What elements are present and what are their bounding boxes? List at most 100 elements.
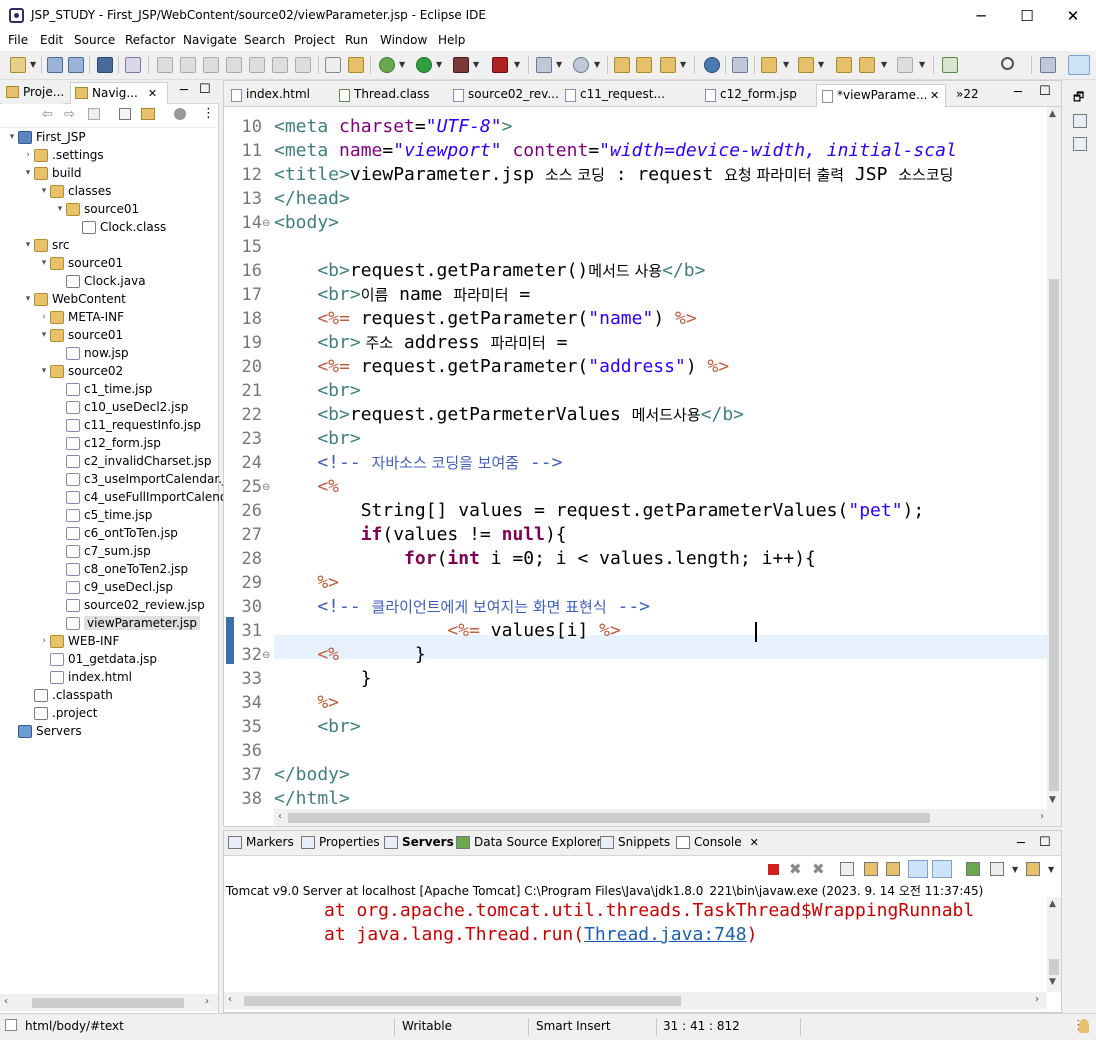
close-icon[interactable]: ✕ (750, 836, 759, 849)
scroll-left-icon[interactable]: ‹ (4, 996, 8, 1007)
clear-console-icon[interactable] (840, 862, 854, 876)
java-ee-perspective-icon[interactable] (1068, 55, 1090, 75)
editor-hscroll-thumb[interactable] (288, 813, 930, 823)
tab-c11-request[interactable]: c11_request... (560, 84, 680, 107)
tree-item[interactable]: › .settings (0, 146, 103, 164)
remove-all-launches-icon[interactable]: ✖ (812, 860, 825, 878)
web-browser-icon[interactable] (704, 57, 720, 73)
debug-icon[interactable] (379, 57, 395, 73)
remove-launch-icon[interactable]: ✖ (789, 860, 802, 878)
expanded-chevron-icon[interactable]: ▾ (22, 240, 34, 250)
expanded-chevron-icon[interactable]: ▾ (6, 132, 18, 142)
notification-bell-icon[interactable] (1079, 1019, 1089, 1033)
editor-scroll-thumb[interactable] (1049, 279, 1059, 791)
last-edit-location-icon[interactable] (836, 57, 852, 73)
tree-item[interactable]: c12_form.jsp (0, 434, 161, 452)
tree-horizontal-scrollbar[interactable]: ‹ › (0, 994, 218, 1011)
tree-item[interactable]: c11_requestInfo.jsp (0, 416, 201, 434)
run-icon[interactable] (416, 57, 432, 73)
tree-item[interactable]: ▾ First_JSP (0, 128, 86, 146)
tab-snippets[interactable]: Snippets (600, 835, 670, 849)
editor-maximize-icon[interactable]: ☐ (1039, 84, 1051, 99)
forward-icon[interactable] (897, 57, 913, 73)
tree-item[interactable]: c4_useFullImportCalendar (0, 488, 240, 506)
menu-run[interactable]: Run (345, 33, 368, 47)
tab-navigator[interactable]: Navig... ✕ (70, 82, 168, 104)
console-vertical-scrollbar[interactable]: ▲ ▼ (1047, 897, 1061, 992)
maximize-view-icon[interactable]: ☐ (199, 82, 211, 97)
open-console-icon[interactable] (1026, 862, 1040, 876)
up-icon[interactable] (88, 108, 100, 120)
open-task-icon[interactable] (636, 57, 652, 73)
expanded-chevron-icon[interactable]: ▾ (38, 258, 50, 268)
tree-item[interactable]: › META-INF (0, 308, 124, 326)
scroll-right-icon[interactable]: › (205, 996, 209, 1007)
run-coverage-icon[interactable] (453, 57, 469, 73)
show-console-on-stdout-icon[interactable] (908, 860, 928, 878)
tab-c12-form[interactable]: c12_form.jsp (700, 84, 810, 107)
menu-help[interactable]: Help (438, 33, 465, 47)
tab-markers[interactable]: Markers (228, 835, 294, 849)
collapsed-chevron-icon[interactable]: › (38, 636, 50, 646)
show-console-on-stderr-icon[interactable] (932, 860, 952, 878)
minimize-button[interactable]: ─ (958, 0, 1004, 31)
tree-item[interactable]: c3_useImportCalendar.jsp (0, 470, 239, 488)
maximize-button[interactable]: ☐ (1004, 0, 1050, 31)
use-step-filters-icon[interactable] (325, 57, 341, 73)
new-icon[interactable] (10, 57, 26, 73)
tree-item[interactable]: › WEB-INF (0, 632, 119, 650)
forward-nav-icon[interactable]: ⇨ (64, 107, 75, 122)
tree-item[interactable]: ▾ classes (0, 182, 112, 200)
collapse-all-icon[interactable] (119, 108, 131, 120)
word-wrap-icon[interactable] (886, 862, 900, 876)
tree-item[interactable]: c10_useDecl2.jsp (0, 398, 188, 416)
view-menu-icon[interactable] (174, 108, 186, 120)
editor-minimize-icon[interactable]: ─ (1014, 85, 1022, 100)
toggle-mark-occurrences-icon[interactable] (732, 57, 748, 73)
collapsed-chevron-icon[interactable]: › (38, 312, 50, 322)
tab-source02-review[interactable]: source02_rev... (448, 84, 563, 107)
tab-index-html[interactable]: index.html (226, 84, 341, 107)
tree-item[interactable]: Servers (0, 722, 82, 740)
previous-annotation-icon[interactable] (798, 57, 814, 73)
editor-vertical-scrollbar[interactable]: ▲ ▼ (1047, 107, 1061, 809)
step-into-icon[interactable] (249, 57, 265, 73)
console-scroll-thumb[interactable] (1049, 959, 1059, 975)
tree-item[interactable]: Clock.java (0, 272, 146, 290)
outline-view-icon[interactable] (1073, 114, 1087, 128)
scroll-up-icon[interactable]: ▲ (1049, 899, 1056, 909)
tree-item[interactable]: ▾ source01 (0, 326, 123, 344)
tree-scroll-thumb[interactable] (32, 998, 184, 1008)
tree-item[interactable]: ▾ WebContent (0, 290, 126, 308)
search-icon[interactable] (1001, 57, 1014, 70)
next-annotation-icon[interactable] (761, 57, 777, 73)
restore-icon[interactable]: 🗗 (1073, 88, 1084, 109)
scroll-down-icon[interactable]: ▼ (1049, 795, 1056, 805)
menu-search[interactable]: Search (244, 33, 285, 47)
skip-breakpoints-icon[interactable] (125, 57, 141, 73)
save-icon[interactable] (47, 57, 63, 73)
scroll-up-icon[interactable]: ▲ (1049, 109, 1056, 119)
expanded-chevron-icon[interactable]: ▾ (38, 330, 50, 340)
close-tab-icon[interactable]: ✕ (930, 89, 939, 102)
save-all-icon[interactable] (68, 57, 84, 73)
minimize-view-icon[interactable]: ─ (180, 83, 188, 98)
expanded-chevron-icon[interactable]: ▾ (54, 204, 66, 214)
pin-editor-icon[interactable] (942, 57, 958, 73)
open-perspective-icon[interactable] (1040, 57, 1056, 73)
tab-console[interactable]: Console ✕ (676, 835, 759, 849)
tree-item[interactable]: viewParameter.jsp (0, 614, 200, 632)
expanded-chevron-icon[interactable]: ▾ (38, 186, 50, 196)
disconnect-icon[interactable] (226, 57, 242, 73)
terminal-icon[interactable] (97, 57, 113, 73)
resume-icon[interactable] (157, 57, 173, 73)
terminate-icon[interactable] (203, 57, 219, 73)
back-nav-icon[interactable]: ⇦ (42, 107, 53, 122)
terminate-icon[interactable] (768, 864, 779, 875)
menu-source[interactable]: Source (74, 33, 115, 47)
scroll-left-icon[interactable]: ‹ (278, 811, 282, 822)
tree-item[interactable]: c6_ontToTen.jsp (0, 524, 178, 542)
tree-item[interactable]: ▾ build (0, 164, 82, 182)
drop-to-frame-icon[interactable] (348, 57, 364, 73)
tree-item[interactable]: index.html (0, 668, 132, 686)
